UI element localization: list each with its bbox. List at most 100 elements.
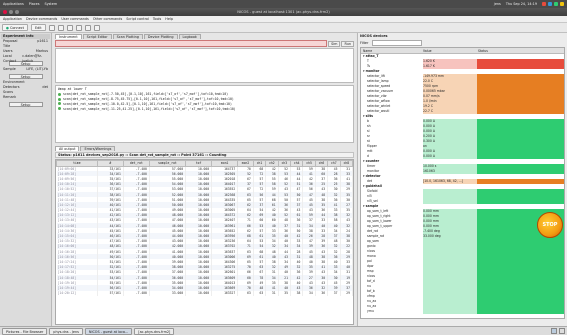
table-cell: 10.000 (185, 290, 213, 296)
device-name: sr (367, 134, 370, 138)
tray-icon[interactable] (554, 2, 558, 6)
script-history: #map at lower T scan(det_rot_sample_rot[… (55, 85, 354, 143)
taskbar-item-nicos[interactable]: NICOS - guest at loca... (84, 327, 133, 335)
save-icon[interactable] (48, 24, 55, 31)
taskbar-item-file-browser[interactable]: Pictures - File Browser (2, 327, 48, 335)
system-panel: Applications Places System jens Thu Sep … (0, 0, 567, 8)
device-name: T (367, 59, 369, 63)
menu-other-commands[interactable]: Other commands (93, 17, 122, 21)
tray-icon[interactable] (560, 2, 564, 6)
table-cell: 57/161 (97, 290, 124, 296)
tab-device-plotting[interactable]: Device Plotting (143, 34, 178, 39)
history-item[interactable]: scan(det_rot_sample_rot[-11.25,41.25],[0… (58, 106, 351, 111)
device-tree[interactable]: Name Value Status ▾ attax_T T 1.620 K Ts 1.6… (360, 47, 565, 319)
tab-instrument[interactable]: Instrument (55, 34, 82, 39)
device-name: ap_sam_t_right (367, 214, 391, 218)
done-icon (58, 92, 61, 96)
menu-script-control[interactable]: Script control (126, 17, 149, 21)
device-name: monitor (367, 169, 380, 173)
menu-help[interactable]: Help (165, 17, 173, 21)
workspace-switcher[interactable] (551, 328, 557, 334)
edit-button[interactable]: Edit (31, 24, 46, 31)
device-name: selector_vacuum (367, 89, 394, 93)
print-icon[interactable] (57, 24, 64, 31)
history-text: scan(det_rot_sample_rot[-7.50,45],[0.1,1… (63, 92, 229, 97)
device-name: mtt (367, 149, 373, 153)
device-name: sh (367, 124, 371, 128)
menu-tools[interactable]: Tools (153, 17, 161, 21)
device-name: sample_rot (367, 234, 385, 238)
toolbar: ● Connect Edit (0, 23, 567, 33)
minimize-window-icon[interactable] (9, 10, 13, 14)
local-contact-value: c.dalen@fz-juelich (22, 54, 43, 63)
tray-icon[interactable] (548, 2, 552, 6)
device-name: nicos (367, 274, 376, 278)
device-row[interactable]: ymu (361, 309, 564, 314)
table-cell: 33.000 (149, 290, 187, 296)
sim-button[interactable]: Sim (328, 40, 341, 47)
device-name: Sixfold (367, 189, 378, 193)
workspace-switcher[interactable] (559, 328, 565, 334)
system-menu-places[interactable]: Places (29, 2, 40, 6)
tab-errors-warnings[interactable]: Errors/Warnings (80, 146, 116, 151)
device-name: det (367, 179, 373, 183)
device-name: vfmp (367, 294, 375, 298)
proposal-value: p1611 (37, 39, 48, 43)
device-name: msp (367, 269, 374, 273)
clock[interactable]: Thu Sep 24, 14:19 (506, 2, 537, 6)
tab-scan-plotting[interactable]: Scan Plotting (112, 34, 143, 39)
taskbar-item-terminal-2[interactable]: [ac-phys.dns.frm2] (134, 327, 175, 335)
tab-logbook[interactable]: Logbook (178, 34, 201, 39)
table-row[interactable]: [14:20:12] 57/161 -7.400 33.000 10.000 163327… (56, 290, 353, 296)
remark-setup-button[interactable]: Setup (8, 102, 43, 107)
scan-status: Status: p1611 devices_sep2016.py :: Scan… (55, 152, 354, 158)
sample-setup-button[interactable]: Setup (8, 74, 43, 79)
device-name: tof_b (367, 289, 375, 293)
device-name: st (367, 139, 370, 143)
device-name: d (367, 154, 369, 158)
name-column-header[interactable]: Name (361, 48, 423, 53)
table-cell: 37 (327, 290, 341, 296)
user-name[interactable]: jens (494, 2, 501, 6)
emergency-stop-button[interactable]: STOP (537, 212, 563, 238)
device-name: nl5 (367, 194, 372, 198)
system-menu-applications[interactable]: Applications (3, 2, 24, 6)
device-name: nu_ax (367, 299, 377, 303)
tab-all-output[interactable]: All output (55, 146, 80, 151)
tray-icon[interactable] (542, 2, 546, 6)
maximize-window-icon[interactable] (15, 10, 19, 14)
settings-icon[interactable] (75, 24, 82, 31)
menu-application[interactable]: Application (3, 17, 22, 21)
table-cell: 36 (315, 290, 329, 296)
local-contact-label: Local Contact (3, 54, 17, 63)
menu-device-commands[interactable]: Device commands (26, 17, 57, 21)
refresh-icon[interactable] (84, 24, 91, 31)
open-icon[interactable] (66, 24, 73, 31)
device-name: nu (367, 284, 371, 288)
tab-script-editor[interactable]: Script Editor (82, 34, 112, 39)
device-name: sl (367, 129, 370, 133)
window-titlebar[interactable]: NICOS - guest at localhost:1301 (ac-phys… (0, 8, 567, 16)
device-name: nl5_sel (367, 199, 378, 203)
run-button[interactable]: Run (341, 40, 354, 47)
menu-user-commands[interactable]: User commands (61, 17, 89, 21)
help-icon[interactable] (93, 24, 100, 31)
filter-label: Filter (360, 41, 369, 45)
device-name: selector_vibr (367, 94, 387, 98)
menubar: Application Device commands User command… (0, 16, 567, 23)
connect-button[interactable]: ● Connect (2, 24, 28, 31)
command-output-area[interactable] (55, 48, 354, 83)
scan-output-table[interactable]: time # det_rot sample_rot tof mon1 mon2 ch1 ch2 c… (55, 159, 354, 325)
status-column-header[interactable]: Status (477, 48, 564, 53)
connect-label: Connect (9, 25, 24, 30)
device-name: selector_lamp (367, 79, 389, 83)
device-name: counter (365, 159, 380, 163)
close-window-icon[interactable] (3, 10, 7, 14)
history-text: scan(det_rot_sample_rot[-11.25,41.25],[0… (63, 106, 236, 111)
device-status (477, 309, 564, 314)
device-filter-input[interactable] (372, 40, 423, 46)
command-input[interactable] (55, 40, 328, 47)
taskbar-item-terminal[interactable]: phys.dns - Jens (49, 327, 83, 335)
value-column-header[interactable]: Value (423, 48, 477, 53)
system-menu-system[interactable]: System (45, 2, 58, 6)
